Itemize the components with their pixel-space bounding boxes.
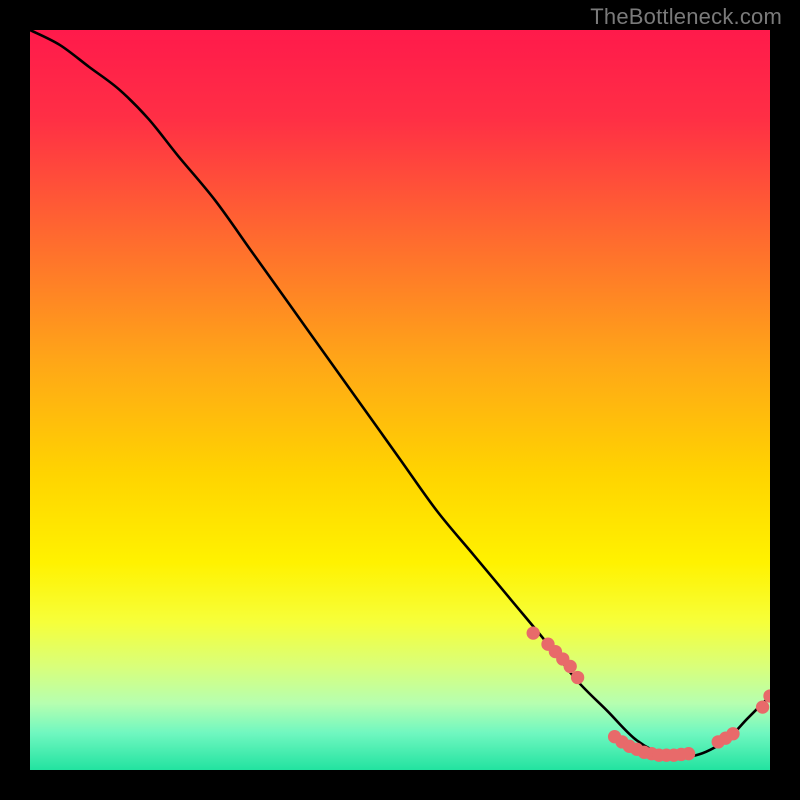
curve-marker bbox=[682, 747, 695, 760]
watermark-text: TheBottleneck.com bbox=[590, 4, 782, 30]
curve-marker bbox=[726, 727, 739, 740]
marker-group bbox=[527, 626, 770, 761]
curve-marker bbox=[527, 626, 540, 639]
plot-area bbox=[30, 30, 770, 770]
curve-path bbox=[30, 30, 770, 757]
curve-marker bbox=[564, 660, 577, 673]
curve-marker bbox=[756, 700, 769, 713]
curve-marker bbox=[571, 671, 584, 684]
chart-frame: TheBottleneck.com bbox=[0, 0, 800, 800]
bottleneck-curve bbox=[30, 30, 770, 770]
